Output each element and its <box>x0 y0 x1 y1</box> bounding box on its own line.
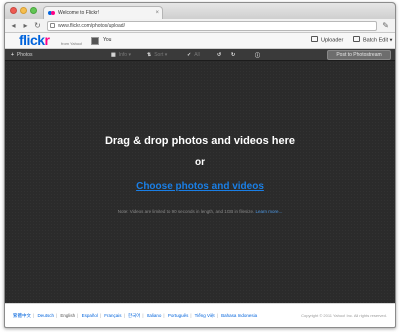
checkmark-icon: ✓ <box>187 52 192 58</box>
forward-arrow-icon[interactable]: ▸ <box>21 21 30 30</box>
drop-zone[interactable]: Drag & drop photos and videos here or Ch… <box>5 61 395 305</box>
language-link[interactable]: Tiếng Việt <box>195 313 215 318</box>
batch-edit-menu[interactable]: Batch Edit ▾ <box>353 36 392 43</box>
flickr-logo[interactable]: flickr <box>19 32 50 48</box>
batch-edit-icon <box>353 36 360 42</box>
wrench-menu-icon[interactable]: ✎ <box>382 21 389 30</box>
sort-arrows-icon: ⇅ <box>147 52 152 58</box>
reload-icon[interactable]: ↻ <box>33 21 42 30</box>
page-footer: 繁體中文 | Deutsch | English | Español | Françai… <box>5 303 395 327</box>
choose-photos-link[interactable]: Choose photos and videos <box>5 181 395 192</box>
minimize-window-button[interactable] <box>20 7 27 14</box>
rotate-left-icon: ↺ <box>217 52 222 58</box>
language-link[interactable]: Français <box>104 313 121 318</box>
plus-icon: + <box>11 52 14 58</box>
language-link[interactable]: 한국어 <box>128 313 140 318</box>
learn-more-link[interactable]: Learn more... <box>256 209 283 214</box>
language-link[interactable]: Deutsch <box>37 313 54 318</box>
post-to-photostream-button[interactable]: Post to Photostream <box>327 50 391 60</box>
drop-headline: Drag & drop photos and videos here <box>104 135 296 147</box>
rotate-right-icon: ↻ <box>231 52 236 58</box>
uploader-icon <box>311 36 318 42</box>
url-text: www.flickr.com/photos/upload/ <box>58 23 125 29</box>
logo-subtitle: from Yahoo! <box>61 41 83 46</box>
browser-window: Welcome to Flickr! × ◂ ▸ ↻ www.flickr.co… <box>4 2 396 328</box>
info-circle-icon: ⓘ <box>255 53 261 59</box>
info-button[interactable]: ⓘ <box>255 52 263 59</box>
user-avatar[interactable] <box>91 37 99 45</box>
language-link[interactable]: 繁體中文 <box>13 313 31 318</box>
language-current: English <box>60 313 76 318</box>
maximize-window-button[interactable] <box>30 7 37 14</box>
close-tab-icon[interactable]: × <box>155 7 159 19</box>
language-link[interactable]: Bahasa Indonesia <box>221 313 257 318</box>
tab-strip: Welcome to Flickr! × <box>5 3 395 19</box>
rotate-left-button[interactable]: ↺ <box>217 52 224 58</box>
rotate-right-button[interactable]: ↻ <box>231 52 238 58</box>
back-arrow-icon[interactable]: ◂ <box>9 21 18 30</box>
language-link[interactable]: Italiano <box>147 313 162 318</box>
close-window-button[interactable] <box>10 7 17 14</box>
add-photos-button[interactable]: + Photos <box>11 52 33 58</box>
info-menu[interactable]: ▦ Info ▾ <box>111 52 131 58</box>
language-link[interactable]: Português <box>168 313 189 318</box>
flickr-header: flickr from Yahoo! You Uploader Batch Ed… <box>5 32 395 49</box>
page-icon <box>50 23 55 28</box>
browser-toolbar: ◂ ▸ ↻ www.flickr.com/photos/upload/ ✎ <box>5 19 395 33</box>
info-grid-icon: ▦ <box>111 52 116 58</box>
or-separator: or <box>195 157 205 168</box>
browser-tab[interactable]: Welcome to Flickr! × <box>43 6 163 19</box>
sort-menu[interactable]: ⇅ Sort ▾ <box>147 52 167 58</box>
address-bar[interactable]: www.flickr.com/photos/upload/ <box>47 21 377 31</box>
uploader-link[interactable]: Uploader <box>311 36 343 43</box>
language-list: 繁體中文 | Deutsch | English | Español | Françai… <box>13 313 258 318</box>
flickr-favicon-icon <box>48 11 55 15</box>
upload-note: Note: Videos are limited to 90 seconds i… <box>117 209 283 214</box>
select-all-button[interactable]: ✓ All <box>187 52 200 58</box>
copyright-text: Copyright © 2011 Yahoo! Inc. All rights … <box>301 313 387 318</box>
tab-title: Welcome to Flickr! <box>58 10 100 16</box>
user-name[interactable]: You <box>103 37 111 43</box>
language-link[interactable]: Español <box>82 313 98 318</box>
upload-action-bar: + Photos ▦ Info ▾ ⇅ Sort ▾ ✓ All ↺ ↻ ⓘ Post … <box>5 49 395 61</box>
